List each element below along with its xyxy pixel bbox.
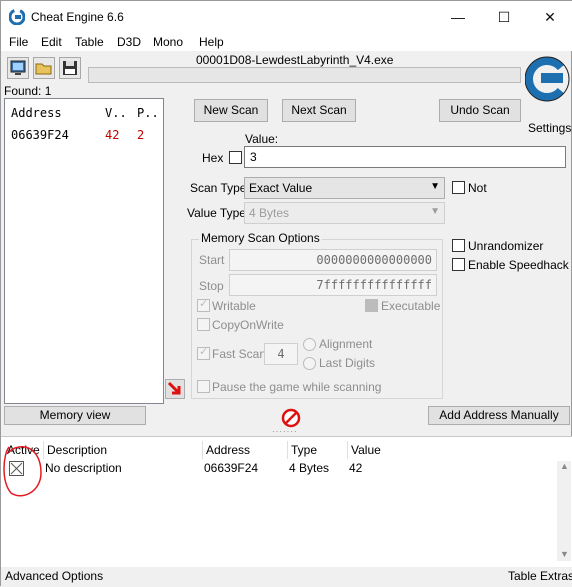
hex-checkbox[interactable]: [229, 151, 242, 164]
undo-scan-button[interactable]: Undo Scan: [439, 99, 521, 122]
scan-type-value: Exact Value: [249, 181, 313, 195]
value-label: Value:: [245, 132, 279, 146]
scroll-down-icon[interactable]: ▼: [560, 549, 569, 559]
title-bar: Cheat Engine 6.6 — ☐ ✕: [1, 1, 572, 33]
menu-file[interactable]: File: [9, 35, 28, 49]
stop-label: Stop: [199, 279, 224, 293]
maximize-button[interactable]: ☐: [481, 1, 527, 33]
menu-mono[interactable]: Mono: [153, 35, 183, 49]
last-digits-radio[interactable]: [303, 357, 316, 370]
address-list[interactable]: Active Description Address Type Value No…: [1, 436, 572, 567]
col-type[interactable]: Type: [291, 443, 317, 457]
grip-dots-icon: ·······: [272, 427, 298, 436]
add-results-to-list-button[interactable]: [165, 379, 185, 399]
next-scan-button[interactable]: Next Scan: [282, 99, 356, 122]
add-address-manually-button[interactable]: Add Address Manually: [428, 406, 570, 425]
alignment-label: Alignment: [319, 337, 373, 351]
scan-type-select[interactable]: Exact Value ▼: [244, 177, 445, 199]
scroll-up-icon[interactable]: ▲: [560, 461, 569, 471]
writable-label: Writable: [212, 299, 256, 313]
value-type-label: Value Type: [187, 206, 246, 220]
alignment-radio[interactable]: [303, 338, 316, 351]
col-description[interactable]: Description: [47, 443, 107, 457]
new-scan-button[interactable]: New Scan: [194, 99, 268, 122]
red-arrow-icon: [167, 381, 181, 395]
memory-scan-options-title: Memory Scan Options: [199, 231, 322, 245]
row-description: No description: [45, 461, 122, 475]
red-circle-annotation: [3, 446, 42, 497]
table-extras-link[interactable]: Table Extras: [508, 569, 572, 583]
settings-label[interactable]: Settings: [528, 121, 571, 135]
col-value[interactable]: Value: [351, 443, 381, 457]
start-address-input[interactable]: 0000000000000000: [229, 249, 437, 271]
chevron-down-icon: ▼: [430, 181, 440, 192]
scan-results-list[interactable]: Address V.. P.. 06639F24 42 2: [4, 98, 164, 404]
save-disk-icon: [63, 61, 77, 75]
pause-game-checkbox[interactable]: [197, 380, 210, 393]
cheat-engine-window: Cheat Engine 6.6 — ☐ ✕ File Edit Table D…: [0, 0, 572, 587]
row-type: 4 Bytes: [289, 461, 330, 475]
fast-scan-checkbox[interactable]: [197, 345, 210, 360]
fast-scan-label: Fast Scan: [212, 347, 267, 361]
save-button[interactable]: [59, 57, 81, 79]
start-label: Start: [199, 253, 225, 267]
not-checkbox[interactable]: [452, 181, 465, 194]
column-divider: [287, 441, 288, 459]
close-button[interactable]: ✕: [527, 1, 572, 33]
status-bar: Advanced Options Table Extras: [1, 567, 572, 587]
results-header: Address V.. P..: [5, 99, 163, 125]
col-address[interactable]: Address: [11, 106, 62, 120]
not-label: Not: [468, 181, 487, 195]
column-divider: [347, 441, 348, 459]
cheat-engine-logo-icon: [9, 9, 25, 25]
pause-game-label: Pause the game while scanning: [212, 380, 382, 394]
process-name: 00001D08-LewdestLabyrinth_V4.exe: [196, 53, 394, 67]
row-value: 42: [349, 461, 363, 475]
computer-icon: [10, 60, 26, 75]
col-value[interactable]: V..: [105, 106, 127, 120]
executable-label: Executable: [381, 299, 441, 313]
memory-view-button[interactable]: Memory view: [4, 406, 146, 425]
scan-type-label: Scan Type: [190, 181, 247, 195]
writable-checkbox[interactable]: [197, 297, 210, 312]
menu-bar: File Edit Table D3D Mono Help: [1, 33, 572, 51]
advanced-options-link[interactable]: Advanced Options: [5, 569, 103, 583]
col-previous[interactable]: P..: [137, 106, 159, 120]
scan-progress-bar: [88, 67, 521, 83]
copy-on-write-checkbox[interactable]: [197, 318, 210, 331]
stop-icon[interactable]: [281, 408, 301, 428]
fast-scan-alignment-input[interactable]: 4: [264, 343, 298, 365]
chevron-down-icon: ▼: [430, 206, 440, 217]
speedhack-label: Enable Speedhack: [468, 258, 569, 272]
value-type-value: 4 Bytes: [249, 206, 290, 220]
copy-on-write-label: CopyOnWrite: [212, 318, 284, 332]
minimize-button[interactable]: —: [435, 1, 481, 33]
open-file-button[interactable]: [33, 57, 55, 79]
menu-help[interactable]: Help: [199, 35, 224, 49]
col-address[interactable]: Address: [206, 443, 250, 457]
result-address: 06639F24: [11, 128, 69, 142]
column-divider: [202, 441, 203, 459]
window-title: Cheat Engine 6.6: [31, 10, 124, 24]
result-value: 42: [105, 128, 120, 142]
cheat-engine-settings-logo-icon[interactable]: [525, 53, 572, 111]
result-previous: 2: [137, 128, 145, 142]
menu-d3d[interactable]: D3D: [117, 35, 141, 49]
last-digits-label: Last Digits: [319, 356, 376, 370]
row-address: 06639F24: [204, 461, 259, 475]
open-folder-icon: [35, 63, 52, 75]
speedhack-checkbox[interactable]: [452, 258, 465, 271]
value-input[interactable]: 3: [244, 146, 566, 168]
menu-edit[interactable]: Edit: [41, 35, 62, 49]
found-count: Found: 1: [4, 84, 52, 98]
vertical-scrollbar[interactable]: ▲ ▼: [557, 461, 571, 561]
select-process-button[interactable]: [7, 57, 29, 79]
unrandomizer-checkbox[interactable]: [452, 239, 465, 252]
value-type-select[interactable]: 4 Bytes ▼: [244, 202, 445, 224]
menu-table[interactable]: Table: [75, 35, 104, 49]
stop-address-input[interactable]: 7fffffffffffffff: [229, 274, 437, 296]
hex-label: Hex: [202, 151, 224, 165]
executable-checkbox[interactable]: [365, 299, 378, 312]
unrandomizer-label: Unrandomizer: [468, 239, 544, 253]
